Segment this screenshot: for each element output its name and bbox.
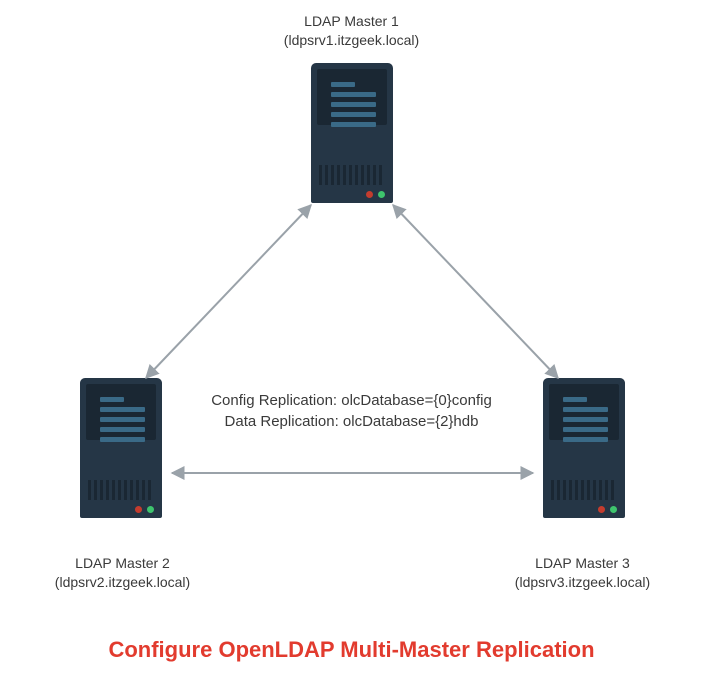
master3-host: (ldpsrv3.itzgeek.local) [500,573,665,592]
master1-host: (ldpsrv1.itzgeek.local) [0,31,703,50]
replication-config-text: Config Replication: olcDatabase={0}confi… [0,390,703,432]
server-master1 [311,63,393,203]
master3-label: LDAP Master 3 (ldpsrv3.itzgeek.local) [500,554,665,592]
master1-title: LDAP Master 1 [0,12,703,31]
diagram-caption: Configure OpenLDAP Multi-Master Replicat… [0,637,703,663]
master3-title: LDAP Master 3 [500,554,665,573]
data-replication-line: Data Replication: olcDatabase={2}hdb [0,411,703,432]
master2-label: LDAP Master 2 (ldpsrv2.itzgeek.local) [40,554,205,592]
master2-title: LDAP Master 2 [40,554,205,573]
master1-label: LDAP Master 1 (ldpsrv1.itzgeek.local) [0,12,703,50]
config-replication-line: Config Replication: olcDatabase={0}confi… [0,390,703,411]
master2-host: (ldpsrv2.itzgeek.local) [40,573,205,592]
